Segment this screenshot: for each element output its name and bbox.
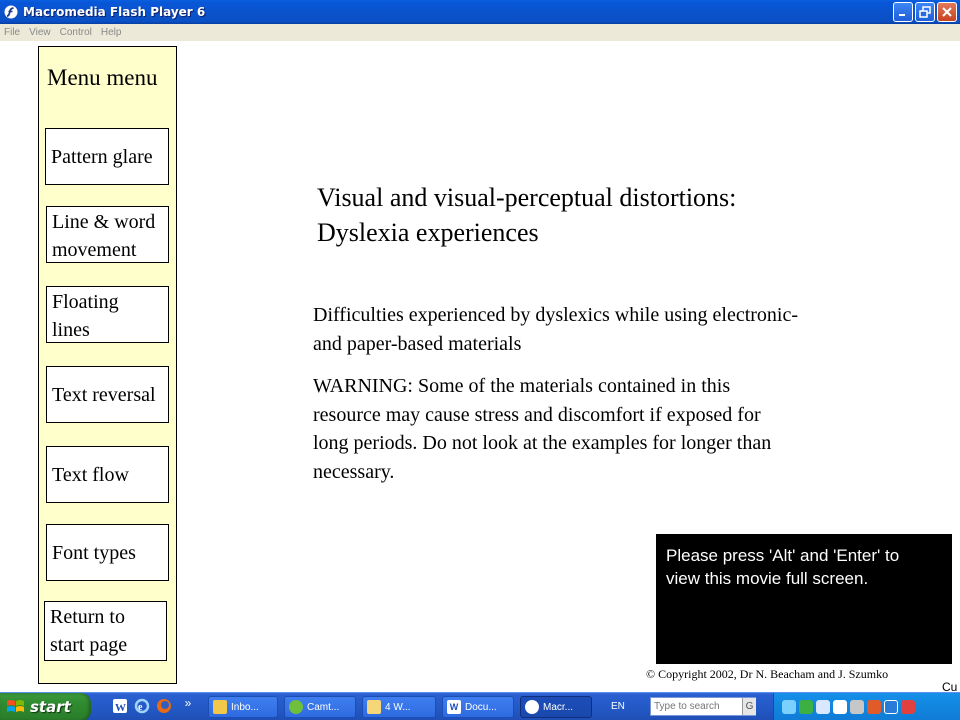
app-tray-icon[interactable]	[816, 700, 830, 714]
folder-icon	[367, 700, 381, 714]
pattern-glare-button[interactable]: Pattern glare	[45, 128, 169, 185]
network-icon[interactable]	[782, 700, 796, 714]
warning-paragraph: WARNING: Some of the materials contained…	[313, 372, 873, 486]
camtasia-icon	[289, 700, 303, 714]
button-label: Pattern glare	[51, 145, 153, 168]
security-icon[interactable]	[799, 700, 813, 714]
firefox-icon[interactable]	[156, 698, 172, 714]
menu-help[interactable]: Help	[101, 27, 122, 38]
return-to-start-button[interactable]: Return to start page	[44, 601, 167, 661]
close-button[interactable]	[937, 2, 957, 22]
button-label: Font types	[52, 541, 136, 564]
task-label: Inbo...	[231, 701, 259, 713]
printer-icon[interactable]	[850, 700, 864, 714]
sidebar-title: Menu menu	[47, 65, 158, 90]
intro-paragraph: Difficulties experienced by dyslexics wh…	[313, 301, 873, 358]
warning-line: necessary.	[313, 460, 395, 483]
search-input[interactable]	[650, 697, 756, 716]
taskbar-item-inbox[interactable]: Inbo...	[208, 696, 278, 718]
notice-line: Please press 'Alt' and 'Enter' to	[666, 546, 900, 565]
menu-control[interactable]: Control	[60, 27, 92, 38]
media-icon[interactable]	[884, 700, 898, 714]
search-go-button[interactable]: G	[742, 698, 756, 715]
window-title-bar[interactable]: Macromedia Flash Player 6	[0, 0, 960, 24]
sidebar-menu: Menu menu Pattern glare Line & word move…	[38, 46, 177, 684]
heading-line: Visual and visual-perceptual distortions…	[317, 183, 737, 212]
minimize-icon	[899, 14, 905, 16]
alert-icon[interactable]	[901, 700, 915, 714]
floating-lines-button[interactable]: Floating lines	[46, 286, 169, 343]
taskbar: start W e » Inbo... Camt... 4 W... W Doc…	[0, 692, 960, 720]
button-label: start page	[50, 634, 128, 656]
task-label: Docu...	[465, 701, 497, 713]
text-reversal-button[interactable]: Text reversal	[46, 366, 169, 423]
intro-line: and paper-based materials	[313, 332, 522, 355]
button-label: Text flow	[52, 463, 129, 486]
internet-explorer-icon[interactable]: e	[134, 698, 150, 714]
font-types-button[interactable]: Font types	[46, 524, 169, 581]
system-tray	[773, 693, 960, 720]
taskbar-item-document[interactable]: W Docu...	[442, 696, 514, 718]
start-label: start	[30, 698, 71, 716]
outlook-icon	[213, 700, 227, 714]
task-label: Macr...	[543, 701, 574, 713]
warning-line: WARNING: Some of the materials contained…	[313, 375, 731, 397]
warning-line: long periods. Do not look at the example…	[313, 432, 772, 454]
taskbar-item-camtasia[interactable]: Camt...	[284, 696, 356, 718]
document-tray-icon[interactable]	[833, 700, 847, 714]
start-button[interactable]: start	[0, 693, 91, 720]
copyright-text: © Copyright 2002, Dr N. Beacham and J. S…	[646, 667, 889, 681]
flash-player-icon	[3, 4, 19, 20]
word-document-icon: W	[447, 700, 461, 714]
button-label: Floating	[52, 291, 119, 313]
windows-logo-icon	[7, 700, 24, 712]
minimize-button[interactable]	[893, 2, 913, 22]
heading-line: Dyslexia experiences	[317, 218, 539, 247]
fullscreen-notice: Please press 'Alt' and 'Enter' to view t…	[656, 534, 952, 664]
menu-view[interactable]: View	[29, 27, 51, 38]
restore-icon	[919, 6, 931, 18]
notice-line: view this movie full screen.	[666, 569, 869, 588]
button-label: Text reversal	[52, 383, 156, 406]
quick-launch-chevron[interactable]: »	[180, 695, 196, 711]
task-label: 4 W...	[385, 701, 411, 713]
menu-bar: File View Control Help	[0, 24, 960, 41]
svg-text:W: W	[115, 702, 126, 714]
page-heading: Visual and visual-perceptual distortions…	[317, 180, 837, 250]
flash-player-icon	[525, 700, 539, 714]
menu-file[interactable]: File	[4, 27, 20, 38]
warning-line: resource may cause stress and discomfort…	[313, 403, 761, 426]
line-word-movement-button[interactable]: Line & word movement	[46, 206, 169, 263]
close-icon	[942, 7, 952, 17]
button-label: Line & word	[52, 211, 156, 233]
taskbar-item-folders[interactable]: 4 W...	[362, 696, 436, 718]
update-icon[interactable]	[867, 700, 881, 714]
task-label: Camt...	[307, 701, 340, 713]
word-icon[interactable]: W	[112, 698, 128, 714]
svg-text:e: e	[138, 702, 143, 713]
intro-line: Difficulties experienced by dyslexics wh…	[313, 304, 799, 326]
language-indicator[interactable]: EN	[611, 701, 625, 712]
window-title: Macromedia Flash Player 6	[23, 5, 206, 19]
button-label: Return to	[50, 606, 125, 628]
button-label: lines	[52, 319, 90, 341]
restore-button[interactable]	[915, 2, 935, 22]
text-flow-button[interactable]: Text flow	[46, 446, 169, 503]
button-label: movement	[52, 239, 137, 261]
taskbar-item-flash-player[interactable]: Macr...	[520, 696, 592, 718]
